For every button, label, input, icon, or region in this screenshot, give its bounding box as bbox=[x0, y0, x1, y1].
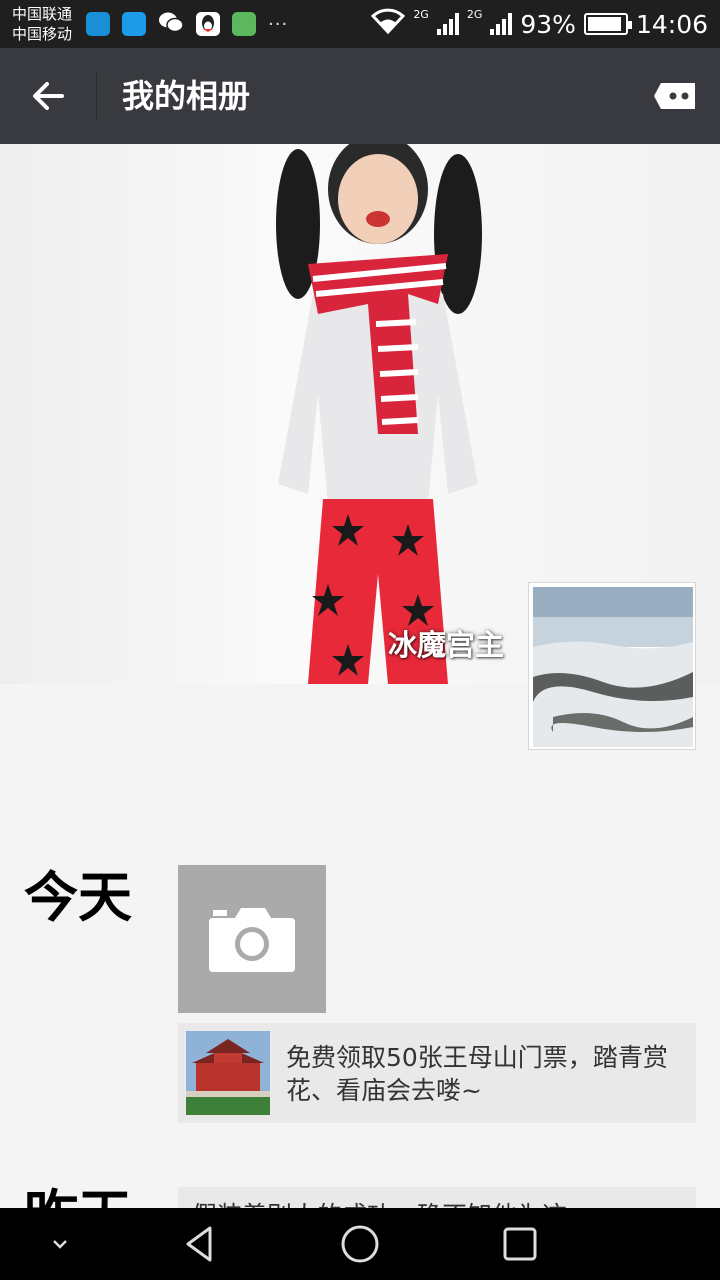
network-type-2: 2G bbox=[466, 7, 483, 21]
battery-icon bbox=[583, 13, 632, 35]
camera-icon bbox=[209, 908, 295, 972]
square-recents-icon bbox=[503, 1227, 537, 1261]
avatar[interactable] bbox=[528, 582, 696, 750]
back-arrow-icon bbox=[33, 82, 64, 110]
title-divider bbox=[96, 72, 97, 120]
message-app-icon bbox=[122, 12, 146, 36]
more-menu-button[interactable] bbox=[650, 76, 700, 116]
carrier-info: 中国联通 中国移动 bbox=[12, 4, 72, 44]
post-text: 免费领取50张王母山门票，踏青赏花、看庙会去喽~ bbox=[286, 1043, 668, 1105]
chevron-down-icon bbox=[53, 1240, 67, 1249]
status-bar: 中国联通 中国移动 ··· 2G 2G 93% 14:06 bbox=[0, 0, 720, 48]
back-button[interactable] bbox=[20, 68, 76, 124]
wechat-icon bbox=[158, 10, 184, 38]
system-nav-bar bbox=[0, 1208, 720, 1280]
signal-icon-2 bbox=[490, 13, 513, 35]
browser-app-icon bbox=[86, 12, 110, 36]
circle-home-icon bbox=[341, 1225, 379, 1263]
battery-percent: 93% bbox=[520, 9, 576, 39]
notification-icons: ··· bbox=[86, 10, 288, 38]
day-label-today: 今天 bbox=[24, 866, 132, 929]
status-indicators: 2G 2G 93% 14:06 bbox=[371, 0, 708, 48]
post-thumbnail bbox=[186, 1031, 270, 1115]
cover-photo-figure bbox=[276, 144, 482, 684]
recents-nav-button[interactable] bbox=[496, 1220, 544, 1268]
add-photo-button[interactable] bbox=[178, 865, 326, 1013]
page-title: 我的相册 bbox=[122, 77, 251, 115]
signal-icon-1 bbox=[436, 13, 459, 35]
back-nav-button[interactable] bbox=[176, 1220, 224, 1268]
wifi-icon bbox=[371, 8, 406, 40]
qq-icon bbox=[196, 12, 220, 36]
carrier-2: 中国移动 bbox=[12, 25, 73, 43]
more-notifications: ··· bbox=[268, 13, 289, 35]
shield-app-icon bbox=[232, 12, 256, 36]
profile-nickname: 冰魔宫主 bbox=[387, 628, 504, 662]
battery-fill bbox=[587, 17, 622, 31]
network-type-1: 2G bbox=[413, 7, 429, 21]
hide-nav-button[interactable] bbox=[36, 1220, 84, 1268]
triangle-back-icon bbox=[186, 1226, 212, 1262]
title-bar: 我的相册 bbox=[0, 48, 720, 144]
avatar-image bbox=[533, 587, 693, 747]
clock: 14:06 bbox=[635, 9, 708, 39]
home-nav-button[interactable] bbox=[336, 1220, 384, 1268]
more-menu-icon bbox=[654, 83, 695, 109]
carrier-1: 中国联通 bbox=[12, 5, 73, 23]
shared-post[interactable]: 免费领取50张王母山门票，踏青赏花、看庙会去喽~ bbox=[178, 1023, 696, 1123]
